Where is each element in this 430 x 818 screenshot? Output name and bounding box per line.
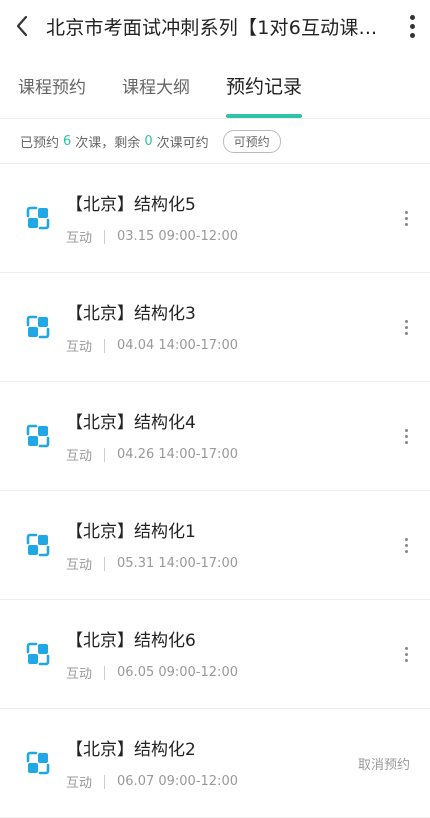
top-bar: 北京市考面试冲刺系列【1对6互动课... [0,0,430,52]
item-info: 【北京】结构化2 互动 06.07 09:00-12:00 [66,735,358,791]
course-title: 【北京】结构化3 [66,304,196,324]
more-dot-icon [409,14,415,20]
cancel-booking-button[interactable]: 取消预约 [358,754,410,773]
course-title: 【北京】结构化4 [66,413,196,433]
item-more-button[interactable] [388,639,424,669]
tab-label: 预约记录 [226,75,303,98]
course-meta: 互动 03.15 09:00-12:00 [66,227,388,246]
list-item[interactable]: 【北京】结构化6 互动 06.05 09:00-12:00 [0,600,430,709]
course-meta: 互动 04.04 14:00-17:00 [66,336,388,355]
more-dot-icon [404,537,408,541]
more-dot-icon [404,549,408,553]
item-info: 【北京】结构化4 互动 04.26 14:00-17:00 [66,408,388,464]
meta-divider [104,338,106,353]
course-time: 05.31 14:00-17:00 [117,556,238,571]
active-tab-indicator [226,114,302,118]
interactive-class-icon [24,749,52,777]
course-time: 04.26 14:00-17:00 [117,447,238,462]
more-dot-icon [404,646,408,650]
summary-prefix: 已预约 [20,135,60,151]
meta-divider [104,774,106,789]
more-dot-icon [404,543,408,547]
meta-divider [104,447,106,462]
more-dot-icon [404,319,408,323]
chevron-left-icon [16,15,28,37]
more-dot-icon [409,23,415,29]
booked-count: 6 [63,133,72,149]
course-meta: 互动 06.07 09:00-12:00 [66,772,358,791]
remaining-count: 0 [144,133,153,149]
course-meta: 互动 04.26 14:00-17:00 [66,445,388,464]
tab-label: 课程预约 [18,77,86,98]
course-time: 03.15 09:00-12:00 [117,229,238,244]
tab-label: 课程大纲 [122,77,190,98]
item-more-button[interactable] [388,530,424,560]
interactive-class-icon [24,422,52,450]
page-title: 北京市考面试冲刺系列【1对6互动课... [46,16,378,39]
booking-list: 【北京】结构化5 互动 03.15 09:00-12:00 【北京】结构化3 互动 04.… [0,164,430,818]
back-button[interactable] [0,0,44,52]
booking-summary: 已预约 6 次课，剩余 0 次课可约 可预约 [0,119,430,164]
more-dot-icon [404,658,408,662]
course-type: 互动 [66,558,93,573]
item-info: 【北京】结构化5 互动 03.15 09:00-12:00 [66,190,388,246]
meta-divider [104,556,106,571]
meta-divider [104,665,106,680]
course-meta: 互动 05.31 14:00-17:00 [66,554,388,573]
tab-course-booking[interactable]: 课程预约 [18,52,86,118]
course-time: 06.05 09:00-12:00 [117,665,238,680]
more-dot-icon [404,434,408,438]
summary-mid: 次课，剩余 [75,135,141,151]
summary-suffix: 次课可约 [156,135,209,151]
interactive-class-icon [24,531,52,559]
more-dot-icon [404,325,408,329]
more-menu-button[interactable] [394,0,430,52]
list-item[interactable]: 【北京】结构化1 互动 05.31 14:00-17:00 [0,491,430,600]
interactive-class-icon [24,640,52,668]
meta-divider [104,229,106,244]
item-info: 【北京】结构化3 互动 04.04 14:00-17:00 [66,299,388,355]
course-type: 互动 [66,776,93,791]
course-title: 【北京】结构化6 [66,631,196,651]
course-type: 互动 [66,340,93,355]
more-dot-icon [404,222,408,226]
item-info: 【北京】结构化1 互动 05.31 14:00-17:00 [66,517,388,573]
item-more-button[interactable] [388,312,424,342]
more-dot-icon [404,216,408,220]
course-title: 【北京】结构化2 [66,740,196,760]
list-item[interactable]: 【北京】结构化5 互动 03.15 09:00-12:00 [0,164,430,273]
course-time: 06.07 09:00-12:00 [117,774,238,789]
more-dot-icon [404,440,408,444]
tab-course-outline[interactable]: 课程大纲 [122,52,190,118]
item-more-button[interactable] [388,421,424,451]
more-dot-icon [409,32,415,38]
tab-booking-records[interactable]: 预约记录 [226,52,302,118]
course-type: 互动 [66,449,93,464]
course-title: 【北京】结构化5 [66,195,196,215]
course-meta: 互动 06.05 09:00-12:00 [66,663,388,682]
list-item[interactable]: 【北京】结构化4 互动 04.26 14:00-17:00 [0,382,430,491]
more-dot-icon [404,331,408,335]
interactive-class-icon [24,313,52,341]
interactive-class-icon [24,204,52,232]
course-type: 互动 [66,231,93,246]
tab-bar: 课程预约 课程大纲 预约记录 [0,52,430,119]
course-type: 互动 [66,667,93,682]
more-dot-icon [404,428,408,432]
course-title: 【北京】结构化1 [66,522,196,542]
item-more-button[interactable] [388,203,424,233]
list-item[interactable]: 【北京】结构化2 互动 06.07 09:00-12:00 取消预约 [0,709,430,818]
more-dot-icon [404,210,408,214]
bookable-badge[interactable]: 可预约 [222,129,281,153]
more-dot-icon [404,652,408,656]
course-time: 04.04 14:00-17:00 [117,338,238,353]
list-item[interactable]: 【北京】结构化3 互动 04.04 14:00-17:00 [0,273,430,382]
item-info: 【北京】结构化6 互动 06.05 09:00-12:00 [66,626,388,682]
